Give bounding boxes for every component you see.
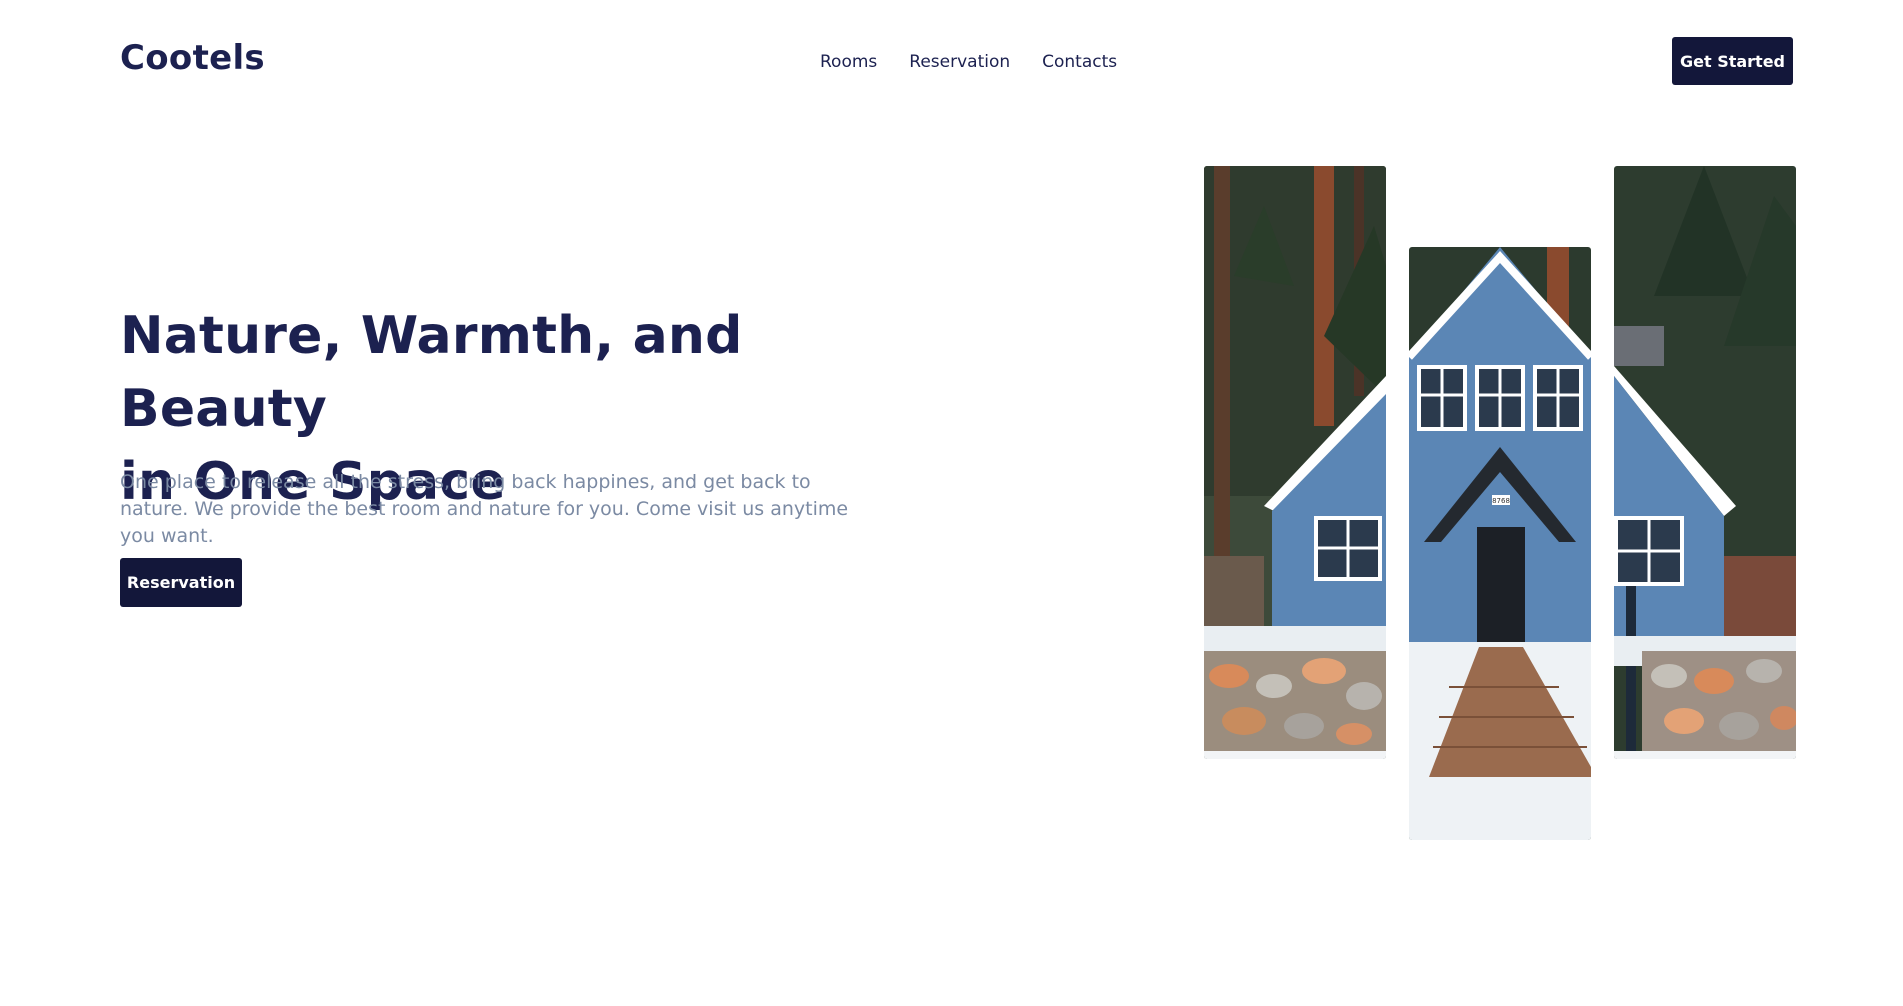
nav-link-contacts[interactable]: Contacts: [1042, 52, 1117, 72]
reservation-button[interactable]: Reservation: [120, 558, 242, 607]
nav-link-rooms[interactable]: Rooms: [820, 52, 877, 72]
cabin-photo-center: 8768: [1409, 247, 1591, 840]
get-started-button[interactable]: Get Started: [1672, 37, 1793, 85]
nav-link-reservation[interactable]: Reservation: [909, 52, 1010, 72]
hero-title-line-1: Nature, Warmth, and Beauty: [120, 306, 743, 439]
cabin-photo-left: [1204, 166, 1386, 759]
house-number: 8768: [1492, 497, 1510, 505]
main-nav: Rooms Reservation Contacts: [820, 52, 1117, 72]
brand-logo[interactable]: Cootels: [120, 38, 265, 78]
hero-description: One place to release all the stress, bri…: [120, 471, 849, 547]
cabin-photo-right: [1614, 166, 1796, 759]
